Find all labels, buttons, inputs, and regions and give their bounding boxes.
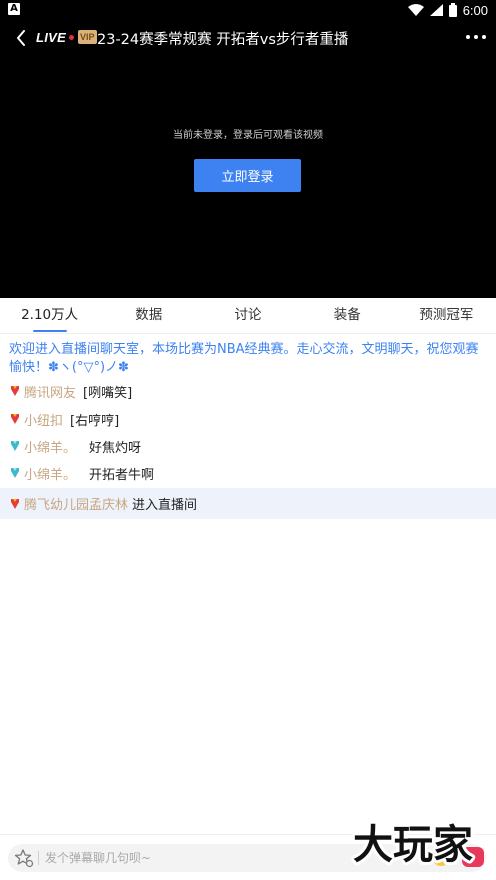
red-diamond-badge-icon — [11, 386, 19, 396]
chat-message: 小绵羊。 好焦灼呀 — [0, 433, 496, 459]
live-label: LIVE — [36, 30, 67, 45]
chat-content: [右哼哼] — [70, 413, 120, 429]
teal-diamond-badge-icon — [11, 441, 19, 451]
live-dot — [69, 35, 74, 40]
chat-username[interactable]: 小绵羊。 — [24, 464, 76, 483]
chat-message: 小绵羊。 开拓者牛啊 — [0, 460, 496, 486]
red-diamond-badge-icon — [11, 414, 19, 424]
chat-content: 进入直播间 — [132, 498, 198, 513]
tab-predict-champion[interactable]: 预测冠军 — [397, 298, 496, 333]
vip-badge: VIP — [78, 30, 97, 44]
tab-data[interactable]: 数据 — [99, 298, 198, 333]
chat-message: 小纽扣 [右哼哼] — [0, 406, 496, 432]
chat-enter-notice: 腾飞幼儿园孟庆林 进入直播间 — [0, 488, 496, 519]
notification-icon: A — [8, 3, 20, 15]
more-menu-button[interactable] — [466, 28, 486, 46]
chat-content: 开拓者牛啊 — [89, 467, 155, 483]
chat-content: 好焦灼呀 — [89, 440, 142, 456]
video-player[interactable]: LIVE VIP 23-24赛季常规赛 开拓者vs步行者重播 当前未登录，登录后… — [0, 20, 496, 298]
back-arrow-icon — [17, 30, 25, 46]
tab-bar: 2.10万人 数据 讨论 装备 预测冠军 — [0, 298, 496, 334]
tab-discussion[interactable]: 讨论 — [198, 298, 297, 333]
back-button[interactable] — [10, 26, 32, 50]
danmaku-star-icon[interactable] — [14, 848, 34, 868]
tab-viewers[interactable]: 2.10万人 — [0, 298, 99, 333]
input-divider — [38, 851, 39, 865]
signal-icon — [429, 4, 443, 16]
battery-icon — [448, 3, 457, 17]
watermark-logo-icon: 大玩家 大玩家 — [350, 819, 476, 866]
login-notice: 当前未登录，登录后可观看该视频 — [173, 130, 323, 141]
chat-message: 腾讯网友 [咧嘴笑] — [0, 378, 496, 404]
login-button[interactable]: 立即登录 — [194, 159, 301, 192]
player-top-bar: LIVE VIP 23-24赛季常规赛 开拓者vs步行者重播 — [0, 20, 496, 56]
more-dot-icon — [482, 35, 486, 39]
chat-username[interactable]: 腾飞幼儿园孟庆林 — [24, 494, 128, 513]
chat-welcome-message: 欢迎进入直播间聊天室，本场比赛为NBA经典赛。走心交流，文明聊天，祝您观赛愉快！… — [9, 342, 479, 375]
more-dot-icon — [466, 35, 470, 39]
red-diamond-badge-icon — [11, 498, 19, 509]
watermark-logo: 大玩家 大玩家 — [338, 818, 488, 866]
teal-diamond-badge-icon — [11, 468, 19, 478]
status-time: 6:00 — [462, 2, 488, 18]
chat-content: [咧嘴笑] — [83, 385, 133, 401]
chat-username[interactable]: 小纽扣 — [24, 410, 63, 429]
system-icons: 6:00 — [407, 1, 488, 19]
more-dot-icon — [474, 35, 478, 39]
chat-username[interactable]: 小绵羊。 — [24, 437, 76, 456]
wifi-icon — [407, 4, 424, 16]
status-bar: A 6:00 — [0, 0, 496, 20]
watermark-text: 大玩家 — [353, 822, 473, 866]
chat-username[interactable]: 腾讯网友 — [24, 382, 76, 401]
tab-equipment[interactable]: 装备 — [298, 298, 397, 333]
video-title: 23-24赛季常规赛 开拓者vs步行者重播 — [97, 32, 349, 48]
